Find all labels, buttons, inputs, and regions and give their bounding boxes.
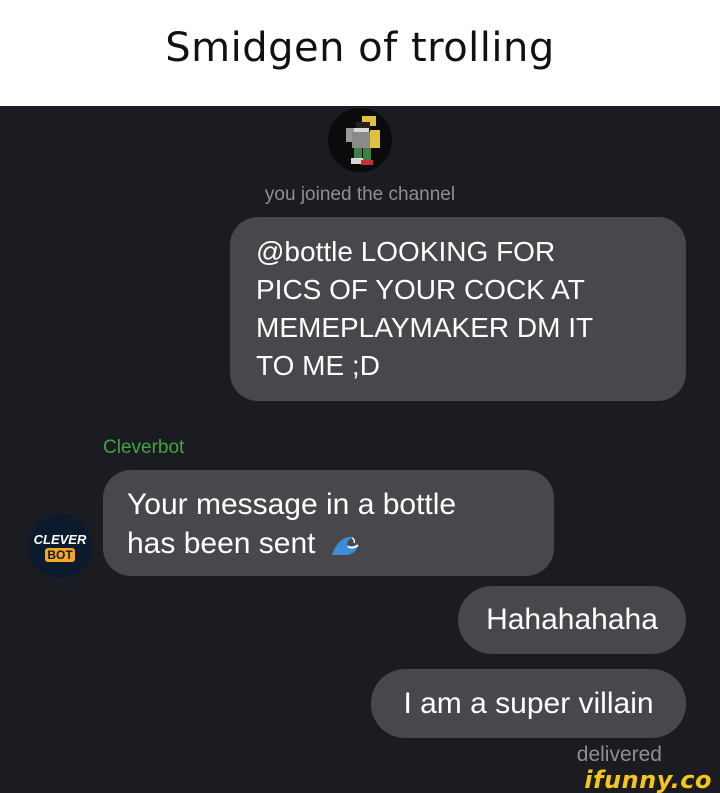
- message-bubble-outgoing[interactable]: @bottle LOOKING FOR PICS OF YOUR COCK AT…: [230, 217, 686, 401]
- cleverbot-logo-text-top: CLEVER: [34, 532, 87, 547]
- message-line-with-emoji: has been sent: [127, 524, 534, 567]
- message-bubble-outgoing[interactable]: I am a super villain: [371, 669, 686, 738]
- cleverbot-logo-icon[interactable]: CLEVER BOT: [28, 514, 92, 578]
- cleverbot-logo-art: CLEVER BOT: [28, 514, 92, 578]
- roblox-avatar-icon[interactable]: [328, 108, 392, 172]
- caption-text: Smidgen of trolling: [165, 25, 555, 71]
- sender-name[interactable]: Cleverbot: [103, 437, 184, 459]
- delivery-status: delivered: [576, 743, 662, 766]
- message-text: I am a super villain: [403, 686, 654, 720]
- chat-window[interactable]: you joined the channel @bottle LOOKING F…: [0, 106, 720, 793]
- message-line-text: has been sent: [127, 527, 316, 560]
- ifunny-watermark: ifunny.co: [584, 766, 712, 793]
- cleverbot-logo-text-bottom: BOT: [47, 548, 73, 562]
- wave-emoji-icon: [330, 528, 360, 567]
- system-message: you joined the channel: [264, 184, 456, 205]
- roblox-avatar-figure: [346, 116, 380, 165]
- message-line: TO ME ;D: [256, 350, 380, 381]
- message-line: @bottle LOOKING FOR: [256, 236, 556, 267]
- message-line: Your message in a bottle: [127, 488, 457, 521]
- message-line: PICS OF YOUR COCK AT: [256, 274, 585, 305]
- message-line: MEMEPLAYMAKER DM IT: [256, 312, 594, 343]
- message-bubble-incoming[interactable]: Your message in a bottle has been sent: [103, 470, 554, 576]
- message-bubble-outgoing[interactable]: Hahahahaha: [458, 586, 686, 654]
- meme-caption: Smidgen of trolling: [0, 0, 720, 106]
- message-text: Hahahahaha: [486, 603, 658, 636]
